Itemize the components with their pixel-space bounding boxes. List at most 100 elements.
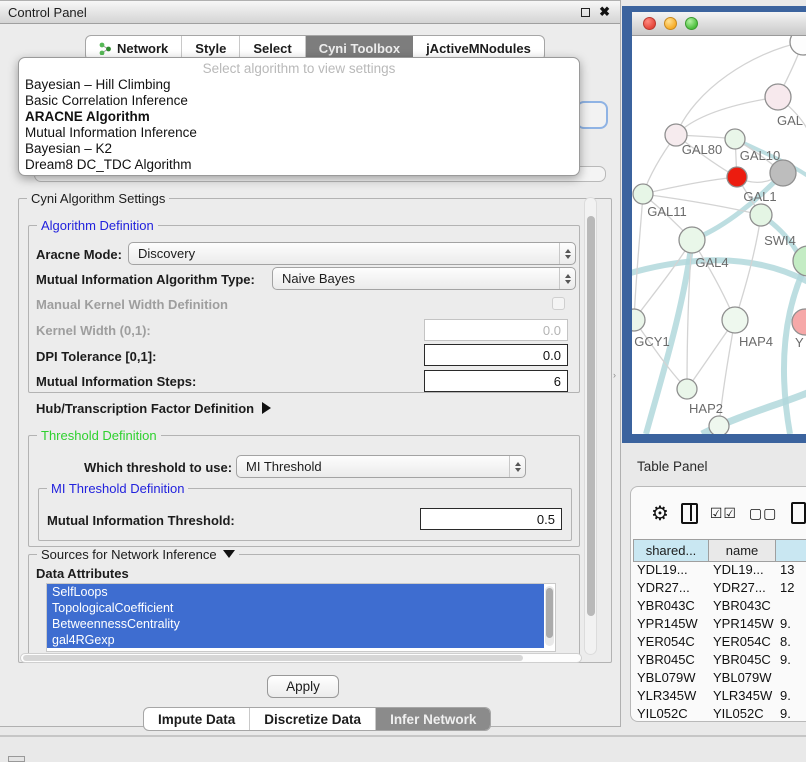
algorithm-item-mutual-information-inference[interactable]: Mutual Information Inference	[19, 125, 579, 141]
deselect-all-checkboxes-icon[interactable]: ▢▢	[749, 505, 777, 522]
node-red[interactable]	[727, 167, 747, 187]
tab-impute-data[interactable]: Impute Data	[144, 708, 250, 730]
kernel-width-input[interactable]	[424, 319, 568, 341]
node-gal11[interactable]	[633, 184, 653, 204]
table-cell: YBL079W	[709, 670, 776, 688]
mi-threshold-input[interactable]	[420, 508, 562, 530]
table-row[interactable]: YBL079WYBL079W	[633, 670, 806, 688]
sources-title: Sources for Network Inference	[41, 547, 217, 562]
table-cell: YDL19...	[709, 562, 776, 580]
hub-definition-toggle[interactable]: Hub/Transcription Factor Definition	[36, 401, 271, 416]
node-gal4[interactable]	[679, 227, 705, 253]
close-icon[interactable]: ✖	[599, 7, 610, 17]
algorithm-item-aracne-algorithm[interactable]: ARACNE Algorithm	[19, 109, 579, 125]
algorithm-item-basic-correlation-inference[interactable]: Basic Correlation Inference	[19, 93, 579, 109]
control-panel-titlebar: Control Panel ✖	[0, 1, 620, 24]
node-label-y: Y	[795, 335, 804, 350]
algorithm-popup-list: Bayesian – Hill ClimbingBasic Correlatio…	[19, 77, 579, 173]
minimize-traffic-light-icon[interactable]	[664, 17, 677, 30]
settings-horizontal-scrollbar[interactable]	[20, 653, 582, 663]
attribute-item-topologicalcoefficient[interactable]: TopologicalCoefficient	[47, 600, 544, 616]
table-row[interactable]: YPR145WYPR145W9.	[633, 616, 806, 634]
which-threshold-combo[interactable]: MI Threshold	[236, 455, 526, 478]
node-gal10[interactable]	[725, 129, 745, 149]
inference-algorithm-combo-partial[interactable]	[576, 101, 608, 129]
node-label-hap4: HAP4	[739, 334, 773, 349]
attributes-scrollbar[interactable]	[545, 586, 554, 646]
table-row[interactable]: YER054CYER054C8.	[633, 634, 806, 652]
node-gal1-green[interactable]	[750, 204, 772, 226]
attribute-item-selfloops[interactable]: SelfLoops	[47, 584, 544, 600]
table-cell: YBR045C	[633, 652, 709, 670]
node-hap4[interactable]	[722, 307, 748, 333]
zoom-traffic-light-icon[interactable]	[685, 17, 698, 30]
settings-vertical-scrollbar[interactable]	[584, 197, 597, 655]
node-hap2[interactable]	[677, 379, 697, 399]
column-header-shared[interactable]: shared...	[633, 539, 709, 562]
table-row[interactable]: YDL19...YDL19...13	[633, 562, 806, 580]
apply-button[interactable]: Apply	[267, 675, 339, 698]
float-window-icon[interactable]	[581, 8, 590, 17]
cyni-settings-title: Cyni Algorithm Settings	[27, 191, 169, 206]
mi-type-combo[interactable]: Naive Bayes	[272, 267, 576, 290]
table-cell: YPR145W	[633, 616, 709, 634]
hub-definition-label: Hub/Transcription Factor Definition	[36, 401, 254, 416]
tab-label: jActiveMNodules	[426, 41, 531, 56]
node-salmon[interactable]	[792, 309, 806, 335]
algorithm-item-dream8-dc-tdc-algorithm[interactable]: Dream8 DC_TDC Algorithm	[19, 157, 579, 173]
control-panel-title: Control Panel	[0, 5, 87, 20]
corner-box	[8, 756, 25, 762]
column-layout-icon[interactable]	[681, 503, 698, 524]
tab-discretize-data[interactable]: Discretize Data	[250, 708, 376, 730]
tab-label: Cyni Toolbox	[319, 41, 400, 56]
table-cell: 8.	[776, 634, 806, 652]
table-cell: YDR27...	[709, 580, 776, 598]
data-attributes-list[interactable]: SelfLoopsTopologicalCoefficientBetweenne…	[46, 583, 556, 652]
table-row[interactable]: YIL052CYIL052C9.	[633, 706, 806, 722]
column-header-name[interactable]: name	[709, 539, 776, 562]
tab-label: Network	[117, 41, 168, 56]
node-top-partial[interactable]	[790, 36, 806, 55]
mi-steps-input[interactable]	[424, 370, 568, 392]
network-view-window: GALGAL80GAL10GAL1SWI4GAL11GAL4GCY1HAP4YH…	[622, 6, 806, 443]
table-cell: YBR045C	[709, 652, 776, 670]
table-cell: YDL19...	[633, 562, 709, 580]
network-window-titlebar[interactable]	[632, 12, 806, 36]
tab-infer-network[interactable]: Infer Network	[376, 708, 490, 730]
node-bottom-partial[interactable]	[709, 416, 729, 434]
node-label-swi4: SWI4	[764, 233, 796, 248]
table-row[interactable]: YLR345WYLR345W9.	[633, 688, 806, 706]
node-pink-top[interactable]	[765, 84, 791, 110]
table-row[interactable]: YBR045CYBR045C9.	[633, 652, 806, 670]
network-edge[interactable]	[735, 215, 761, 320]
gear-icon[interactable]: ⚙	[651, 501, 669, 526]
network-canvas[interactable]: GALGAL80GAL10GAL1SWI4GAL11GAL4GCY1HAP4YH…	[632, 36, 806, 434]
close-traffic-light-icon[interactable]	[643, 17, 656, 30]
export-table-icon[interactable]	[791, 502, 806, 524]
attribute-item-gal4rgexp[interactable]: gal4RGexp	[47, 632, 544, 648]
dpi-tolerance-input[interactable]	[424, 344, 568, 366]
column-header-partial[interactable]	[776, 539, 806, 562]
stepper-arrows-icon	[509, 456, 525, 477]
table-cell: 9.	[776, 706, 806, 722]
table-cell: YPR145W	[709, 616, 776, 634]
select-all-checkboxes-icon[interactable]: ☑☑	[710, 505, 737, 522]
node-gray[interactable]	[770, 160, 796, 186]
attribute-item-betweennesscentrality[interactable]: BetweennessCentrality	[47, 616, 544, 632]
node-label-hap2: HAP2	[689, 401, 723, 416]
network-edge[interactable]	[634, 194, 643, 320]
algorithm-item-bayesian-k2[interactable]: Bayesian – K2	[19, 141, 579, 157]
aracne-mode-combo[interactable]: Discovery	[128, 242, 576, 265]
node-gcy1[interactable]	[632, 309, 645, 331]
network-edge[interactable]	[676, 97, 778, 135]
table-cell: YIL052C	[633, 706, 709, 722]
table-row[interactable]: YBR043CYBR043C	[633, 598, 806, 616]
panel-splitter-handle[interactable]: ›	[613, 370, 616, 380]
table-row[interactable]: YDR27...YDR27...12	[633, 580, 806, 598]
table-cell: YLR345W	[709, 688, 776, 706]
node-label-gal10: GAL10	[740, 148, 780, 163]
sources-toggle[interactable]: Sources for Network Inference	[37, 547, 239, 562]
algorithm-item-bayesian-hill-climbing[interactable]: Bayesian – Hill Climbing	[19, 77, 579, 93]
manual-kernel-checkbox[interactable]	[552, 297, 565, 310]
network-edge[interactable]	[643, 177, 737, 194]
